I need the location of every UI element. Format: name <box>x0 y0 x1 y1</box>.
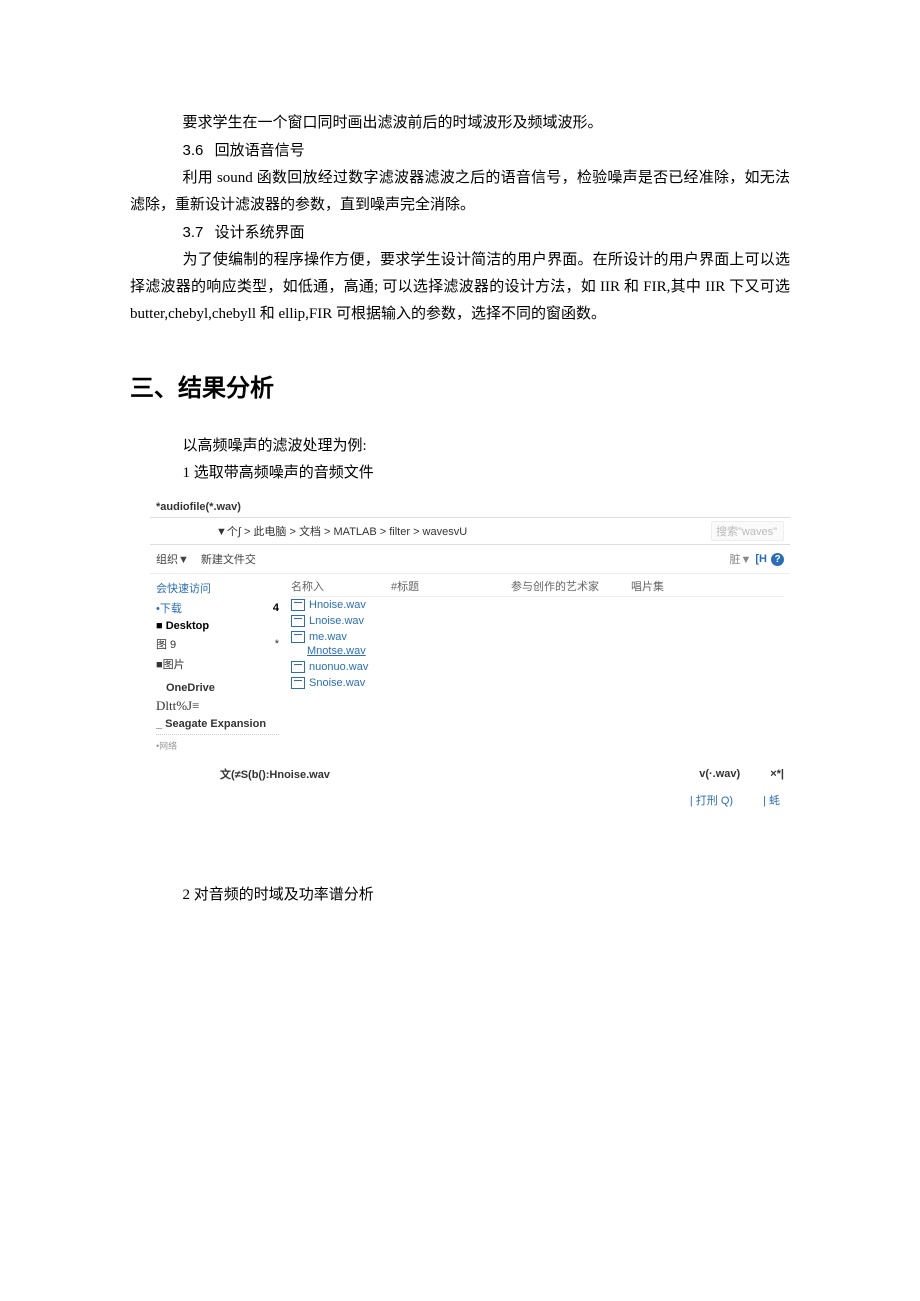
file-list-header: 名称入 #标题 参与创作的艺术家 唱片集 <box>291 578 784 597</box>
view-mode-label: 脏▼ <box>730 551 752 567</box>
search-input[interactable]: 搜索"waves" <box>711 521 784 541</box>
file-row[interactable]: nuonuo.wav <box>291 659 784 675</box>
dialog-button-row: | 打刑 Q) | 蚝 <box>150 786 790 812</box>
section-num-3-7: 3.7 <box>183 224 204 241</box>
step-1-label: 1 选取带高频噪声的音频文件 <box>130 460 790 487</box>
dialog-toolbar: 组织▼ 新建文件交 脏▼ [H ? <box>150 545 790 573</box>
col-name[interactable]: 名称入 <box>291 578 391 594</box>
section-title-3-7: 设计系统界面 <box>215 225 305 241</box>
view-bracket: [H <box>755 553 767 565</box>
sidebar-onedrive[interactable]: OneDrive <box>156 680 279 696</box>
dialog-sidebar: 会快速访问 •下载 4 ■ Desktop 图 9 * ■图片 OneDrive <box>150 574 285 758</box>
sidebar-network[interactable]: •网络 <box>156 737 279 754</box>
filetype-dropdown[interactable]: v(·.wav) <box>699 768 740 780</box>
file-row[interactable]: Hnoise.wav <box>291 597 784 613</box>
step-2-label: 2 对音频的时域及功率谱分析 <box>130 882 790 909</box>
organize-button[interactable]: 组织▼ <box>156 551 189 567</box>
cancel-button[interactable]: | 蚝 <box>763 792 780 808</box>
new-folder-button[interactable]: 新建文件交 <box>201 551 256 567</box>
body-para-sound-playback: 利用 sound 函数回放经过数字滤波器滤波之后的语音信号，检验噪声是否已经准除… <box>130 165 790 219</box>
section-num-3-6: 3.6 <box>183 142 204 159</box>
audio-file-icon <box>291 599 305 611</box>
file-name: Snoise.wav <box>309 677 365 689</box>
filename-bar: 文(≠S(b():Hnoise.wav v(·.wav) ×*| <box>150 758 790 786</box>
open-button[interactable]: | 打刑 Q) <box>690 792 733 808</box>
col-artist[interactable]: 参与创作的艺术家 <box>511 578 631 594</box>
file-row[interactable]: Mnotse.wav <box>291 643 784 659</box>
dialog-path-bar: ▼个∫ > 此电脑 > 文档 > MATLAB > filter > waves… <box>150 517 790 545</box>
sidebar-dltt[interactable]: Dltt%J≡ <box>156 696 279 716</box>
dialog-title: *audiofile(*.wav) <box>150 497 790 517</box>
help-icon[interactable]: ? <box>771 553 784 566</box>
section-3-6-heading: 3.6 回放语音信号 <box>130 137 790 165</box>
file-row[interactable]: Snoise.wav <box>291 675 784 691</box>
file-name: nuonuo.wav <box>309 661 368 673</box>
view-controls[interactable]: 脏▼ [H ? <box>730 551 785 567</box>
audio-file-icon <box>291 661 305 673</box>
file-name: Mnotse.wav <box>307 645 366 657</box>
downloads-badge: 4 <box>273 602 279 614</box>
breadcrumb-path[interactable]: ▼个∫ > 此电脑 > 文档 > MATLAB > filter > waves… <box>156 523 711 539</box>
filename-field[interactable]: 文(≠S(b():Hnoise.wav <box>220 766 330 782</box>
file-row[interactable]: Lnoise.wav <box>291 613 784 629</box>
section-title-3-6: 回放语音信号 <box>215 143 305 159</box>
col-title[interactable]: #标题 <box>391 578 511 594</box>
example-intro: 以高频噪声的滤波处理为例: <box>130 433 790 460</box>
body-para-ui-design: 为了使编制的程序操作方便，要求学生设计简洁的用户界面。在所设计的用户界面上可以选… <box>130 247 790 328</box>
sidebar-pic9[interactable]: 图 9 * <box>156 634 279 654</box>
sidebar-quick-access[interactable]: 会快速访问 <box>156 578 279 598</box>
col-album[interactable]: 唱片集 <box>631 578 784 594</box>
body-para-window-waveform: 要求学生在一个窗口同时画出滤波前后的时域波形及频域波形。 <box>130 110 790 137</box>
file-name: Hnoise.wav <box>309 599 366 611</box>
file-list-pane: 名称入 #标题 参与创作的艺术家 唱片集 Hnoise.wav Lnoise.w… <box>285 574 790 758</box>
sidebar-seagate[interactable]: _ Seagate Expansion <box>156 716 279 732</box>
sidebar-desktop[interactable]: ■ Desktop <box>156 618 279 634</box>
audio-file-icon <box>291 615 305 627</box>
audio-file-icon <box>291 677 305 689</box>
heading-results-analysis: 三、结果分析 <box>130 368 790 403</box>
file-name: me.wav <box>309 631 347 643</box>
file-open-dialog: *audiofile(*.wav) ▼个∫ > 此电脑 > 文档 > MATLA… <box>150 497 790 812</box>
clear-icon[interactable]: ×*| <box>770 768 784 780</box>
pic9-badge: * <box>275 638 279 650</box>
sidebar-pictures[interactable]: ■图片 <box>156 654 279 674</box>
section-3-7-heading: 3.7 设计系统界面 <box>130 219 790 247</box>
sidebar-downloads[interactable]: •下载 4 <box>156 598 279 618</box>
file-name: Lnoise.wav <box>309 615 364 627</box>
audio-file-icon <box>291 631 305 643</box>
